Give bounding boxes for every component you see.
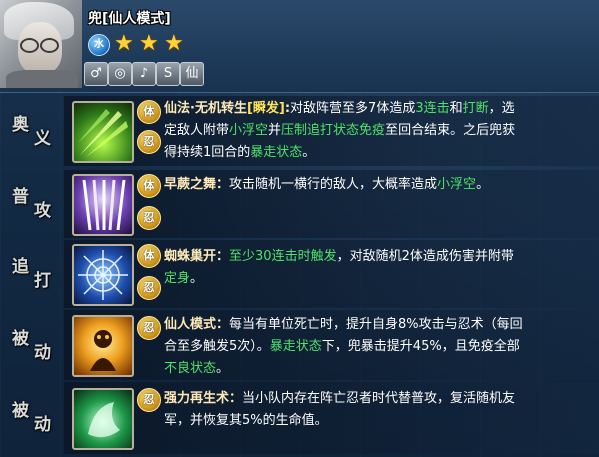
star-icon: ★ bbox=[139, 31, 159, 56]
ninjutsu-badge-icon: 忍 bbox=[137, 206, 161, 230]
desc-segment: 。 bbox=[302, 145, 316, 160]
spiral-icon[interactable]: ◎ bbox=[108, 62, 132, 86]
portrait-glasses bbox=[20, 38, 60, 53]
taijutsu-badge-icon: 体 bbox=[137, 100, 161, 124]
taijutsu-badge-icon: 体 bbox=[137, 244, 161, 268]
character-name: 兜[仙人模式] bbox=[88, 11, 171, 27]
desc-segment: 至少30连击时触发 bbox=[229, 249, 337, 264]
skill-row-chase: 追 打 体 忍 蜘蛛巢开：至少30连击时触发，对敌随机2体造成伤害并附带 定身。 bbox=[0, 240, 599, 308]
skill-type-label: 被 动 bbox=[12, 329, 51, 363]
skill-type-label: 被 动 bbox=[12, 401, 51, 435]
desc-line: 强力再生术：当小队内存在阵亡忍者时代替普攻，复活随机友 bbox=[164, 388, 592, 410]
skill-row-passive-sage: 被 动 忍 仙人模式：每当有单位死亡时，提升自身8%攻击与忍术（每回 合至多触发… bbox=[0, 310, 599, 380]
purple-claws-skill-icon[interactable] bbox=[72, 174, 134, 236]
desc-segment: 攻击随机一横行的敌人，大概率造成 bbox=[229, 177, 438, 192]
skill-description: 仙人模式：每当有单位死亡时，提升自身8%攻击与忍术（每回 合至多触发5次）。暴走… bbox=[164, 314, 592, 380]
skill-row-ultimate: 奥 义 体 忍 仙法·无机转生[瞬发]:对敌阵营至多7体造成3连击和打断，选 定… bbox=[0, 96, 599, 166]
green-blades-skill-icon[interactable] bbox=[72, 101, 134, 163]
ninjutsu-badge-icon: 忍 bbox=[137, 388, 161, 412]
music-icon[interactable]: ♪ bbox=[132, 62, 156, 86]
desc-segment: 。 bbox=[476, 177, 490, 192]
skill-type-label: 追 打 bbox=[12, 257, 51, 291]
desc-segment: 。 bbox=[190, 271, 204, 286]
ninjutsu-badge-icon: 忍 bbox=[137, 276, 161, 300]
orange-sage-skill-icon[interactable] bbox=[72, 315, 134, 377]
portrait-body bbox=[6, 70, 78, 88]
desc-line: 得持续1回合的暴走状态。 bbox=[164, 142, 592, 164]
desc-segment: 蜘蛛巢开 bbox=[164, 249, 217, 264]
skill-description: 蜘蛛巢开：至少30连击时触发，对敌随机2体造成伤害并附带 定身。 bbox=[164, 246, 592, 290]
desc-line: 定身。 bbox=[164, 268, 592, 290]
sage-icon[interactable]: 仙 bbox=[180, 62, 204, 86]
swirl-icon[interactable]: S bbox=[156, 62, 180, 86]
desc-line: 定敌人附带小浮空并压制追打状态免疫至回合结束。之后兜获 bbox=[164, 120, 592, 142]
blue-web-skill-icon[interactable] bbox=[72, 244, 134, 306]
desc-segment: 至回合结束。之后兜获 bbox=[385, 123, 516, 138]
ninjutsu-badge-icon: 忍 bbox=[137, 316, 161, 340]
skill-type-label: 奥 义 bbox=[12, 115, 51, 149]
desc-segment: 仙人模式 bbox=[164, 317, 217, 332]
desc-segment: 小浮空 bbox=[437, 177, 477, 192]
skill-description: 仙法·无机转生[瞬发]:对敌阵营至多7体造成3连击和打断，选 定敌人附带小浮空并… bbox=[164, 98, 592, 164]
desc-line: 不良状态。 bbox=[164, 358, 592, 380]
desc-line: 仙人模式：每当有单位死亡时，提升自身8%攻击与忍术（每回 bbox=[164, 314, 592, 336]
desc-segment: ： bbox=[216, 317, 230, 332]
desc-line: 合至多触发5次）。暴走状态下，兜暴击提升45%，且免疫全部 bbox=[164, 336, 592, 358]
desc-segment: 定敌人附带 bbox=[164, 123, 230, 138]
ninjutsu-badge-icon: 忍 bbox=[137, 130, 161, 154]
desc-segment: 合至多触发5次）。 bbox=[164, 339, 270, 354]
desc-segment: [瞬发] bbox=[246, 101, 285, 116]
male-icon[interactable]: ♂ bbox=[84, 62, 108, 86]
character-portrait bbox=[0, 0, 82, 88]
desc-segment: ： bbox=[229, 391, 243, 406]
desc-segment: 暴走状态 bbox=[250, 145, 303, 160]
desc-segment: 。 bbox=[216, 361, 230, 376]
water-element-icon: 水 bbox=[88, 34, 110, 56]
desc-segment: ，对敌随机2体造成伤害并附带 bbox=[336, 249, 514, 264]
desc-line: 蜘蛛巢开：至少30连击时触发，对敌随机2体造成伤害并附带 bbox=[164, 246, 592, 268]
desc-segment: 当小队内存在阵亡忍者时代替普攻，复活随机友 bbox=[242, 391, 516, 406]
desc-segment: 打断 bbox=[462, 101, 489, 116]
skill-type-label: 普 攻 bbox=[12, 187, 51, 221]
desc-segment: 对敌阵营至多7体造成 bbox=[290, 101, 416, 116]
desc-line: 早蕨之舞：攻击随机一横行的敌人，大概率造成小浮空。 bbox=[164, 174, 592, 196]
desc-segment: 仙法·无机转生 bbox=[164, 101, 247, 116]
skill-description: 早蕨之舞：攻击随机一横行的敌人，大概率造成小浮空。 bbox=[164, 174, 592, 196]
desc-segment: ： bbox=[216, 249, 230, 264]
desc-line: 仙法·无机转生[瞬发]:对敌阵营至多7体造成3连击和打断，选 bbox=[164, 98, 592, 120]
desc-segment: ，选 bbox=[488, 101, 515, 116]
desc-segment: 下，兜暴击提升45%，且免疫全部 bbox=[321, 339, 520, 354]
star-icon: ★ bbox=[164, 31, 184, 56]
desc-line: 军，并恢复其5%的生命值。 bbox=[164, 410, 592, 432]
skill-row-normal-attack: 普 攻 体 忍 早蕨之舞：攻击随机一横行的敌人，大概率造成小浮空。 bbox=[0, 170, 599, 238]
desc-segment: 压制追打状态免疫 bbox=[281, 123, 386, 138]
star-icon: ★ bbox=[114, 31, 134, 56]
desc-segment: 早蕨之舞 bbox=[164, 177, 217, 192]
desc-segment: 强力再生术 bbox=[164, 391, 230, 406]
taijutsu-badge-icon: 体 bbox=[137, 174, 161, 198]
character-header: 兜[仙人模式] 水 ★ ★ ★ ♂ ◎ ♪ S 仙 bbox=[0, 0, 599, 93]
desc-segment: 定身 bbox=[164, 271, 191, 286]
desc-segment: 3连击 bbox=[415, 101, 450, 116]
desc-segment: 小浮空 bbox=[229, 123, 269, 138]
desc-segment: 每当有单位死亡时，提升自身8%攻击与忍术（每回 bbox=[229, 317, 523, 332]
desc-segment: ： bbox=[216, 177, 230, 192]
desc-segment: 不良状态 bbox=[164, 361, 217, 376]
skill-row-passive-regeneration: 被 动 忍 强力再生术：当小队内存在阵亡忍者时代替普攻，复活随机友 军，并恢复其… bbox=[0, 382, 599, 454]
desc-segment: 得持续1回合的 bbox=[164, 145, 251, 160]
desc-segment: 并 bbox=[268, 123, 282, 138]
desc-segment: 和 bbox=[449, 101, 463, 116]
green-regeneration-skill-icon[interactable] bbox=[72, 388, 134, 450]
desc-segment: 暴走状态 bbox=[269, 339, 322, 354]
skill-panel: 兜[仙人模式] 水 ★ ★ ★ ♂ ◎ ♪ S 仙 奥 义 体 忍 仙法·无机转… bbox=[0, 0, 599, 457]
desc-segment: 军，并恢复其5%的生命值。 bbox=[164, 413, 328, 428]
skill-description: 强力再生术：当小队内存在阵亡忍者时代替普攻，复活随机友 军，并恢复其5%的生命值… bbox=[164, 388, 592, 432]
